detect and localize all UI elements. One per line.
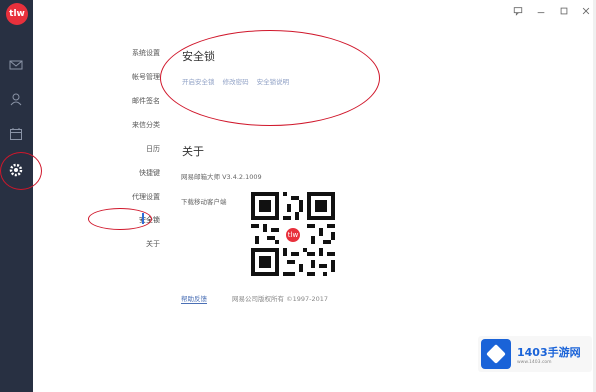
qr-app-logo: tlw bbox=[284, 226, 302, 244]
maximize-icon[interactable] bbox=[558, 5, 570, 17]
nav-item-shortcuts[interactable]: 快捷键 bbox=[139, 168, 160, 178]
nav-item-accounts[interactable]: 帐号管理 bbox=[132, 72, 160, 82]
copyright-text: 网易公司版权所有 ©1997-2017 bbox=[232, 295, 328, 303]
watermark-subtitle: www.1403.com bbox=[517, 359, 552, 365]
annotation-circle-nav bbox=[88, 208, 152, 230]
mail-icon[interactable] bbox=[7, 56, 25, 74]
version-text: 网易邮箱大师 V3.4.2.1009 bbox=[181, 173, 262, 181]
nav-item-mail-classify[interactable]: 来信分类 bbox=[132, 120, 160, 130]
annotation-circle-settings bbox=[0, 152, 42, 190]
close-icon[interactable] bbox=[580, 5, 592, 17]
contacts-icon[interactable] bbox=[7, 90, 25, 108]
annotation-circle-lock bbox=[160, 30, 380, 126]
calendar-icon[interactable] bbox=[7, 125, 25, 143]
cube-icon bbox=[481, 339, 511, 369]
nav-item-signature[interactable]: 邮件签名 bbox=[132, 96, 160, 106]
app-logo: tlw bbox=[6, 3, 28, 25]
about-title: 关于 bbox=[182, 145, 204, 158]
minimize-icon[interactable] bbox=[535, 5, 547, 17]
nav-item-about[interactable]: 关于 bbox=[146, 239, 160, 249]
left-rail: tlw bbox=[0, 0, 33, 392]
nav-item-calendar[interactable]: 日历 bbox=[146, 144, 160, 154]
nav-item-proxy[interactable]: 代理设置 bbox=[132, 192, 160, 202]
site-watermark: 1403手游网 www.1403.com bbox=[478, 336, 592, 372]
nav-item-system[interactable]: 系统设置 bbox=[132, 48, 160, 58]
download-mobile-label: 下载移动客户端 bbox=[181, 198, 227, 206]
message-icon[interactable] bbox=[512, 5, 524, 17]
title-bar bbox=[506, 0, 596, 22]
feedback-link[interactable]: 帮助反馈 bbox=[181, 293, 207, 304]
watermark-title: 1403手游网 bbox=[517, 345, 581, 359]
